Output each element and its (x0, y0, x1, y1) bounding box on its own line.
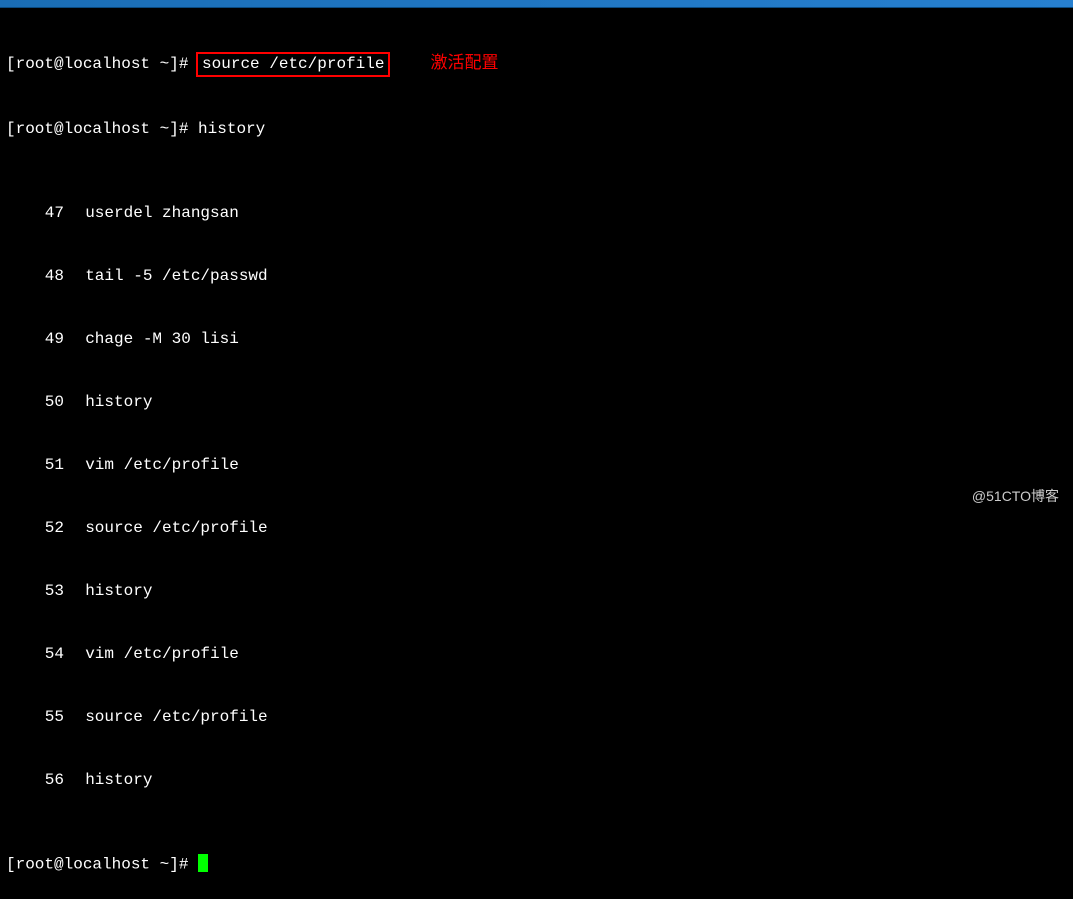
history-command: tail -5 /etc/passwd (85, 267, 267, 285)
history-command: vim /etc/profile (85, 645, 239, 663)
history-command: chage -M 30 lisi (85, 330, 239, 348)
history-command: userdel zhangsan (85, 204, 239, 222)
history-entry: 51 vim /etc/profile (6, 455, 1067, 476)
history-command: source /etc/profile (85, 519, 267, 537)
history-command: vim /etc/profile (85, 456, 239, 474)
history-command: history (85, 771, 152, 789)
history-entry: 47 userdel zhangsan (6, 203, 1067, 224)
watermark-text: @51CTO博客 (972, 486, 1059, 506)
history-number: 49 (6, 329, 66, 350)
terminal-area[interactable]: [root@localhost ~]# source /etc/profile 激… (0, 8, 1073, 899)
history-number: 54 (6, 644, 66, 665)
terminal-line: [root@localhost ~]# source /etc/profile 激… (6, 52, 1067, 77)
shell-prompt: [root@localhost ~]# (6, 55, 198, 73)
history-entry: 53 history (6, 581, 1067, 602)
shell-prompt: [root@localhost ~]# (6, 120, 198, 138)
terminal-line: [root@localhost ~]# (6, 854, 1067, 876)
window-titlebar (0, 0, 1073, 8)
history-number: 52 (6, 518, 66, 539)
history-number: 50 (6, 392, 66, 413)
history-entry: 49 chage -M 30 lisi (6, 329, 1067, 350)
annotation-text: 激活配置 (430, 53, 498, 72)
history-entry: 55 source /etc/profile (6, 707, 1067, 728)
history-command: history (85, 582, 152, 600)
highlighted-command: source /etc/profile (196, 52, 390, 77)
history-number: 47 (6, 203, 66, 224)
history-number: 56 (6, 770, 66, 791)
terminal-line: [root@localhost ~]# history (6, 119, 1067, 140)
history-command: source /etc/profile (85, 708, 267, 726)
history-entry: 50 history (6, 392, 1067, 413)
history-command: history (85, 393, 152, 411)
history-entry: 56 history (6, 770, 1067, 791)
shell-prompt: [root@localhost ~]# (6, 856, 198, 874)
history-entry: 52 source /etc/profile (6, 518, 1067, 539)
cursor-icon (198, 854, 208, 872)
history-entry: 54 vim /etc/profile (6, 644, 1067, 665)
history-number: 53 (6, 581, 66, 602)
history-number: 51 (6, 455, 66, 476)
history-entry: 48 tail -5 /etc/passwd (6, 266, 1067, 287)
history-number: 48 (6, 266, 66, 287)
command-text: history (198, 120, 265, 138)
history-number: 55 (6, 707, 66, 728)
